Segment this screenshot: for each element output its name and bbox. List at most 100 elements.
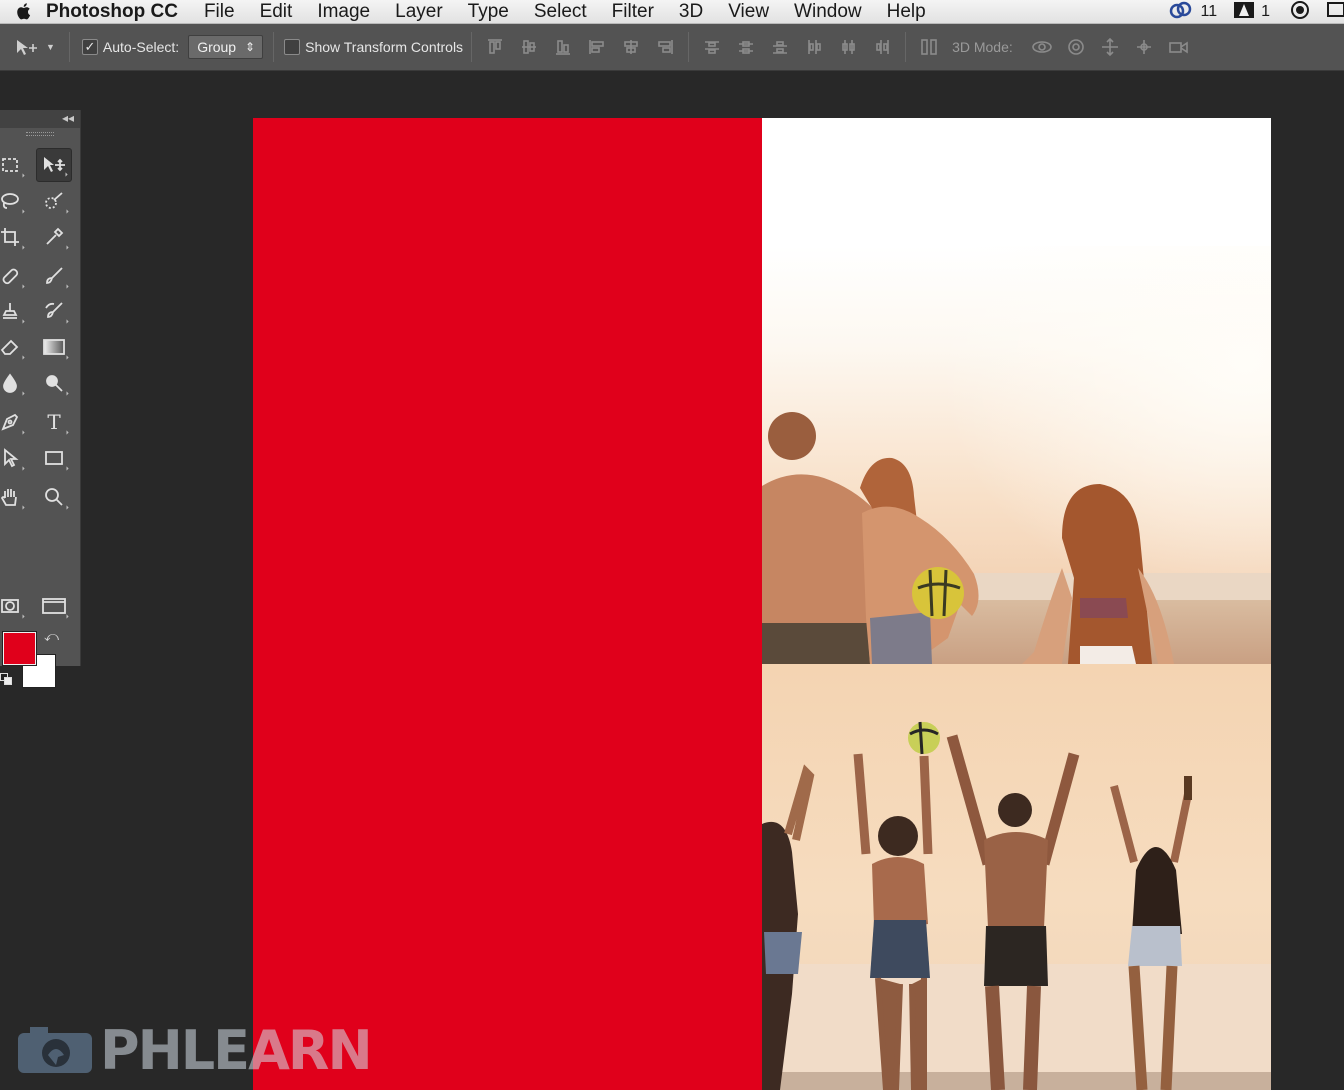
align-horizontal-centers-icon[interactable]: [620, 35, 642, 59]
beach-photo-walking[interactable]: [762, 118, 1271, 664]
menu-type[interactable]: Type: [468, 1, 509, 23]
menu-edit[interactable]: Edit: [260, 1, 293, 23]
quick-select-tool[interactable]: [36, 184, 72, 218]
document-canvas[interactable]: [253, 118, 1271, 1090]
menu-help[interactable]: Help: [887, 1, 926, 23]
roll-3d-icon[interactable]: [1064, 35, 1088, 59]
screen-mode-button[interactable]: [36, 589, 72, 623]
phlearn-watermark: PHLEARN: [16, 1019, 373, 1082]
auto-select-value: Group: [197, 39, 237, 55]
panel-grip[interactable]: [0, 128, 80, 140]
auto-align-layers-icon[interactable]: [918, 35, 940, 59]
path-selection-tool[interactable]: [0, 441, 28, 475]
pan-3d-icon[interactable]: [1098, 35, 1122, 59]
hand-tool[interactable]: [0, 480, 28, 514]
eyedropper-icon: [46, 227, 64, 245]
move-tool-preset-icon[interactable]: [14, 37, 42, 57]
rect-marquee-tool[interactable]: [0, 148, 28, 182]
apple-menu-icon[interactable]: [0, 0, 46, 24]
menu-file[interactable]: File: [204, 1, 235, 23]
pen-tool[interactable]: [0, 405, 28, 439]
move-tool[interactable]: [36, 148, 72, 182]
orbit-3d-icon[interactable]: [1030, 35, 1054, 59]
record-icon[interactable]: [1290, 0, 1310, 25]
menu-window[interactable]: Window: [794, 1, 862, 23]
beach-photo-walking-image: [762, 118, 1271, 664]
blur-tool[interactable]: [0, 366, 28, 400]
blur-icon: [3, 373, 17, 393]
photoshop-window: Photoshop CC File Edit Image Layer Type …: [0, 0, 1344, 1090]
rect-marquee-icon: [2, 158, 18, 172]
options-divider: [273, 32, 275, 62]
slide-3d-icon[interactable]: [1132, 35, 1156, 59]
align-bottom-edges-icon[interactable]: [552, 35, 574, 59]
auto-select-label: Auto-Select:: [102, 39, 180, 55]
menu-bar-status: 11 1: [1168, 0, 1344, 24]
path-selection-icon: [4, 448, 19, 468]
zoom-icon: [45, 488, 63, 506]
menu-select[interactable]: Select: [534, 1, 587, 23]
distribute-bottom-edges-icon[interactable]: [769, 35, 791, 59]
3d-mode-label: 3D Mode:: [952, 39, 1013, 55]
options-divider: [688, 32, 690, 62]
distribute-horizontal-centers-icon[interactable]: [837, 35, 859, 59]
gradient-tool[interactable]: [36, 330, 72, 364]
dodge-icon: [46, 375, 63, 392]
crop-icon: [1, 228, 19, 246]
options-bar: ▼ Auto-Select: Group Show Transform Cont…: [0, 24, 1344, 71]
eyedropper-tool[interactable]: [36, 220, 72, 254]
dodge-tool[interactable]: [36, 366, 72, 400]
auto-select-checkbox[interactable]: [81, 39, 98, 55]
distribute-vertical-centers-icon[interactable]: [735, 35, 757, 59]
creative-cloud-icon[interactable]: [1168, 1, 1194, 24]
type-icon: T: [47, 410, 61, 434]
align-top-edges-icon[interactable]: [484, 35, 506, 59]
foreground-color-swatch[interactable]: [2, 631, 37, 666]
adobe-icon[interactable]: [1233, 1, 1255, 24]
align-left-edges-icon[interactable]: [586, 35, 608, 59]
menu-3d[interactable]: 3D: [679, 1, 703, 23]
display-icon[interactable]: [1324, 1, 1344, 24]
pen-icon: [1, 413, 19, 431]
camera-logo-icon: [18, 1027, 92, 1073]
swap-colors-icon[interactable]: ⤺: [44, 628, 59, 645]
menu-view[interactable]: View: [728, 1, 769, 23]
brush-icon: [46, 267, 63, 284]
rectangle-tool[interactable]: [36, 441, 72, 475]
eraser-tool[interactable]: [0, 330, 28, 364]
lasso-tool[interactable]: [0, 184, 28, 218]
screen-mode-icon: [42, 598, 66, 614]
beach-photo-cheering[interactable]: [762, 664, 1271, 1090]
zoom-tool[interactable]: [36, 480, 72, 514]
red-shape-layer[interactable]: [253, 118, 762, 1090]
history-brush-tool[interactable]: [36, 294, 72, 328]
auto-select-dropdown[interactable]: Group: [188, 35, 264, 59]
menu-filter[interactable]: Filter: [612, 1, 654, 23]
brush-tool[interactable]: [36, 259, 72, 293]
default-colors-icon[interactable]: [0, 673, 14, 687]
show-transform-checkbox[interactable]: [284, 39, 301, 55]
tool-preset-dropdown-icon[interactable]: ▼: [46, 42, 55, 52]
distribute-left-edges-icon[interactable]: [803, 35, 825, 59]
scale-3d-icon[interactable]: [1166, 35, 1190, 59]
options-divider: [68, 32, 70, 62]
align-vertical-centers-icon[interactable]: [518, 35, 540, 59]
quick-mask-button[interactable]: [0, 589, 28, 623]
app-name-menu[interactable]: Photoshop CC: [46, 1, 178, 23]
distribute-top-edges-icon[interactable]: [701, 35, 723, 59]
gradient-icon: [43, 339, 65, 355]
type-tool[interactable]: T: [36, 405, 72, 439]
clone-stamp-tool[interactable]: [0, 294, 28, 328]
menu-layer[interactable]: Layer: [395, 1, 443, 23]
menu-bar: Photoshop CC File Edit Image Layer Type …: [0, 0, 1344, 24]
menu-image[interactable]: Image: [317, 1, 370, 23]
collapse-panel-icon[interactable]: ◂◂: [62, 111, 74, 125]
distribute-right-edges-icon[interactable]: [871, 35, 893, 59]
healing-brush-tool[interactable]: [0, 259, 28, 293]
rectangle-icon: [45, 451, 63, 465]
move-tool-icon: [44, 157, 65, 172]
healing-brush-icon: [2, 268, 19, 285]
adobe-count: 1: [1261, 3, 1270, 20]
align-right-edges-icon[interactable]: [654, 35, 676, 59]
crop-tool[interactable]: [0, 220, 28, 254]
